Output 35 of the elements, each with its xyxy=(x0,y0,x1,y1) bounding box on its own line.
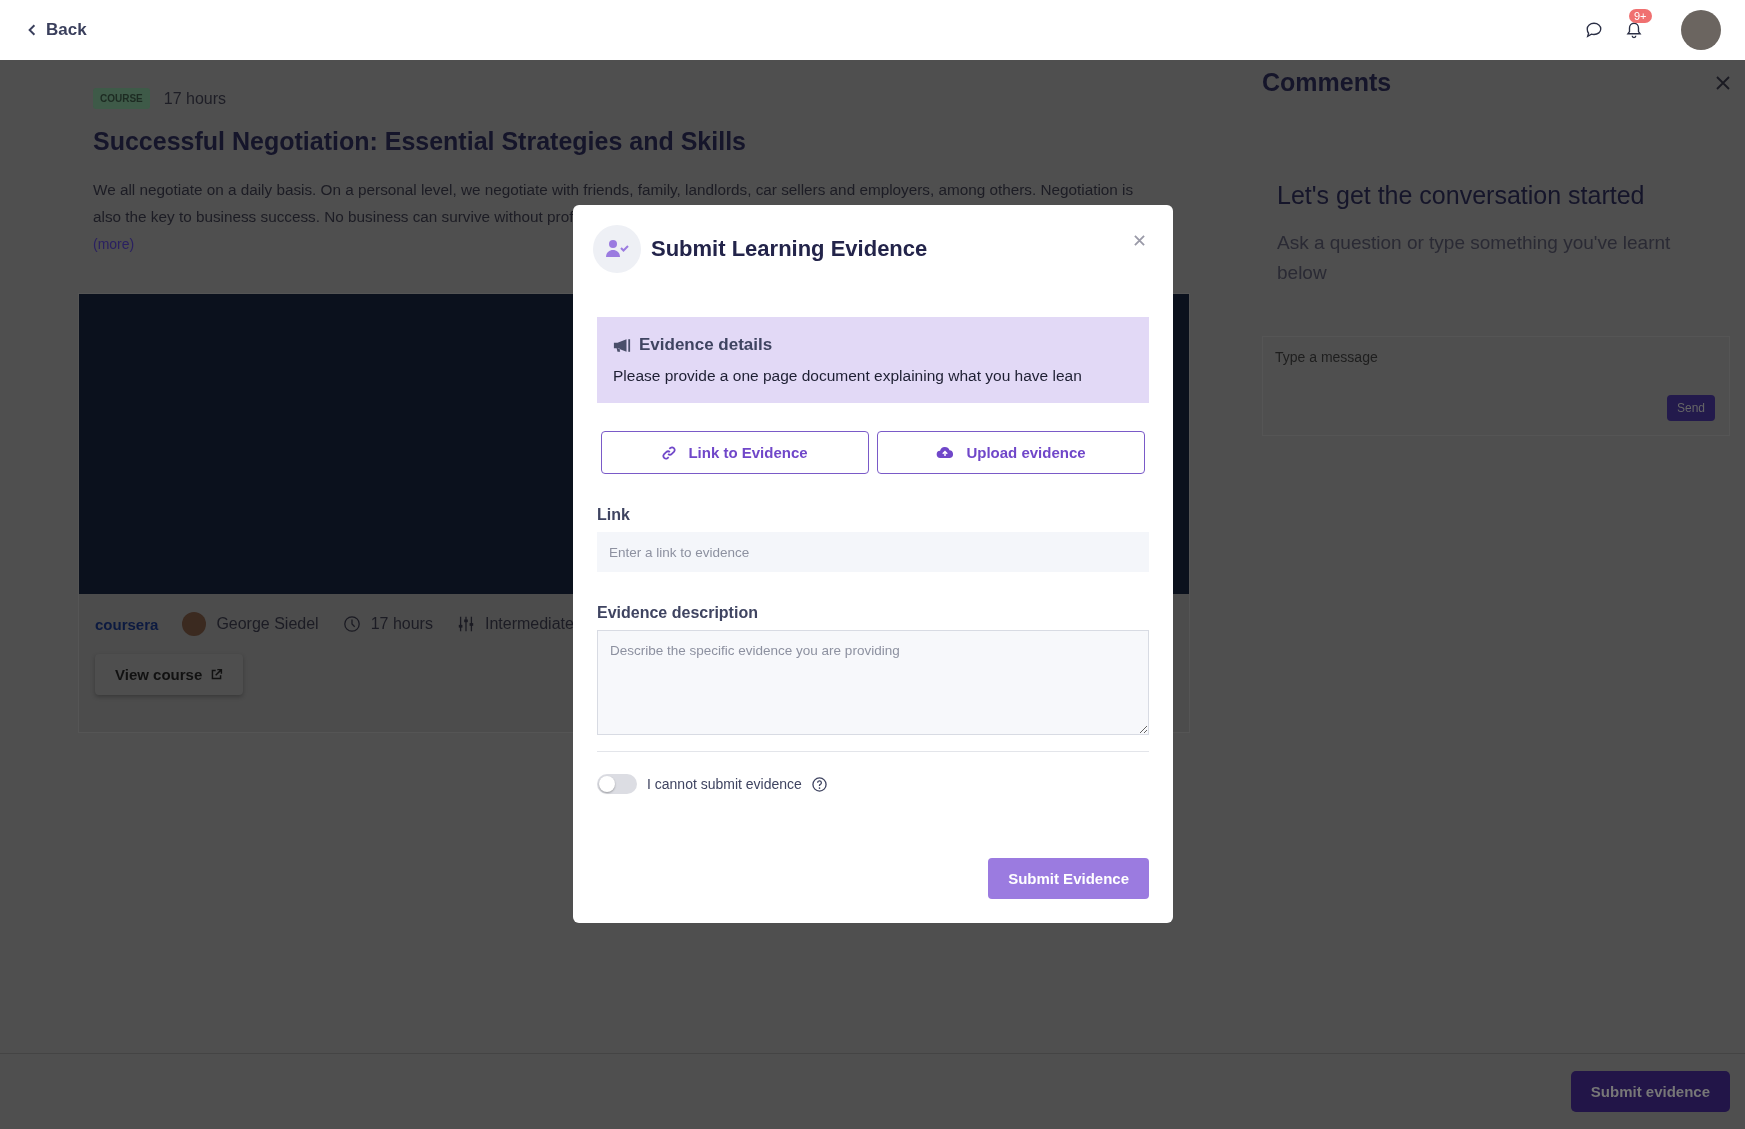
back-button[interactable]: Back xyxy=(28,20,87,40)
close-icon[interactable] xyxy=(1134,235,1145,246)
evidence-details-title: Evidence details xyxy=(639,335,773,355)
cannot-submit-label: I cannot submit evidence xyxy=(647,776,802,792)
submit-evidence-button[interactable]: Submit Evidence xyxy=(988,858,1149,899)
link-icon xyxy=(662,445,677,460)
description-label: Evidence description xyxy=(597,604,759,622)
help-icon[interactable] xyxy=(811,776,827,792)
toggle-switch[interactable] xyxy=(597,774,637,794)
user-avatar[interactable] xyxy=(1681,10,1721,50)
conversation-title: Let's get the conversation started xyxy=(1277,181,1646,210)
description-field[interactable]: Describe the specific evidence you are providing xyxy=(597,630,1149,735)
cloud-upload-icon xyxy=(936,446,955,459)
chevron-left-icon xyxy=(28,24,36,36)
instructor-avatar xyxy=(182,612,207,636)
sliders-icon xyxy=(456,615,475,633)
comments-heading: Comments xyxy=(1262,68,1392,97)
notification-bell-icon[interactable] xyxy=(1625,21,1643,39)
external-link-icon xyxy=(210,668,224,681)
link-label: Link xyxy=(597,506,631,524)
course-title: Successful Negotiation: Essential Strategies and Skills xyxy=(93,127,747,156)
dialog-title: Submit Learning Evidence xyxy=(651,236,928,262)
upload-evidence-button[interactable]: Upload evidence xyxy=(877,431,1145,474)
user-check-icon xyxy=(593,225,641,273)
view-course-button[interactable]: View course xyxy=(95,654,244,695)
link-field[interactable]: Enter a link to evidence xyxy=(597,532,1149,572)
megaphone-icon xyxy=(613,337,631,353)
chat-icon[interactable] xyxy=(1585,21,1603,39)
provider-logo: coursera xyxy=(95,615,159,633)
submit-evidence-button[interactable]: Submit evidence xyxy=(1570,1071,1730,1112)
send-button[interactable]: Send xyxy=(1666,395,1715,421)
clock-icon xyxy=(342,615,361,633)
evidence-details-text: Please provide a one page document explaining what you have lean xyxy=(613,367,1083,385)
link-evidence-button[interactable]: Link to Evidence xyxy=(601,431,869,474)
notification-count: 9+ xyxy=(1629,9,1652,23)
